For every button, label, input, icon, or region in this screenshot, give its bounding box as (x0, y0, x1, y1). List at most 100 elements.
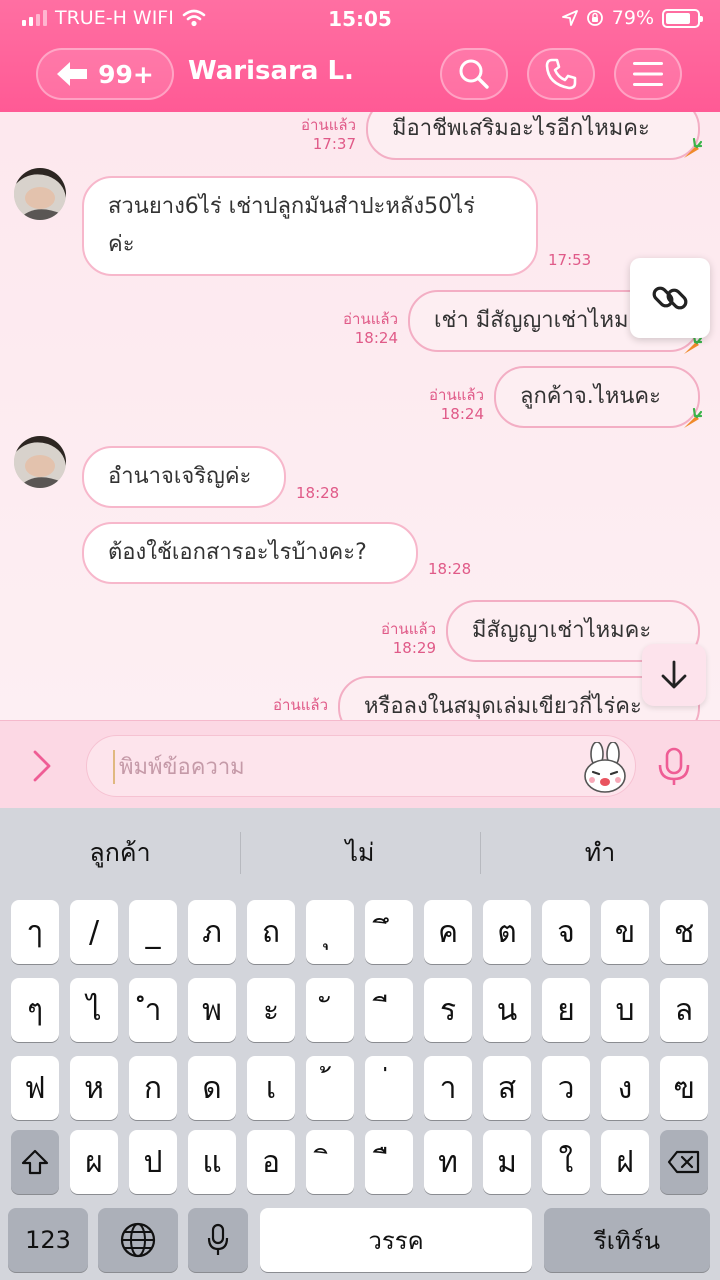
key[interactable]: อ (247, 1130, 295, 1194)
key[interactable]: ใ (542, 1130, 590, 1194)
scroll-to-bottom-button[interactable] (642, 644, 706, 706)
key-row-3: ฟ ห ก ด เ ้ ่ า ส ว ง ฃ (0, 1056, 720, 1120)
key[interactable]: ฟ (11, 1056, 59, 1120)
suggestion-item[interactable]: ไม่ (240, 808, 480, 898)
key[interactable]: ป (129, 1130, 177, 1194)
key[interactable]: ฝ (601, 1130, 649, 1194)
suggestion-bar: ลูกค้า ไม่ ทำ (0, 808, 720, 898)
key[interactable]: ว (542, 1056, 590, 1120)
key[interactable]: ี (365, 978, 413, 1042)
message-meta: อ่านแล้ว 18:24 (330, 310, 398, 348)
search-button[interactable] (440, 48, 508, 100)
read-receipt: อ่านแล้ว (429, 386, 484, 404)
key[interactable]: / (70, 900, 118, 964)
suggestion-item[interactable]: ทำ (480, 808, 720, 898)
key[interactable]: ช (660, 900, 708, 964)
message-input[interactable] (113, 750, 573, 784)
read-receipt: อ่านแล้ว (343, 310, 398, 328)
chevron-right-icon[interactable] (26, 749, 56, 783)
key[interactable]: ต (483, 900, 531, 964)
numbers-key[interactable]: 123 (8, 1208, 88, 1272)
key[interactable]: ท (424, 1130, 472, 1194)
phone-icon (545, 58, 577, 90)
link-icon (652, 286, 688, 310)
key[interactable]: ย (542, 978, 590, 1042)
message-time: 18:28 (296, 484, 340, 502)
chat-header: TRUE-H WIFI 15:05 79% 99+ Warisara L. (0, 0, 720, 112)
key[interactable]: ก (129, 1056, 177, 1120)
key-row-5: 123 วรรค รีเทิร์น (0, 1208, 720, 1272)
location-icon (561, 10, 578, 26)
key[interactable]: จ (542, 900, 590, 964)
key[interactable]: ำ (129, 978, 177, 1042)
key[interactable]: ้ (306, 1056, 354, 1120)
key[interactable]: ึ (365, 900, 413, 964)
read-receipt: อ่านแล้ว (301, 116, 356, 134)
dictation-key[interactable] (188, 1208, 248, 1272)
message-text: มีอาชีพเสริมอะไรอีกไหมคะ (392, 116, 650, 141)
message-bubble-incoming[interactable]: ต้องใช้เอกสารอะไรบ้างคะ? (82, 522, 418, 584)
message-bubble-incoming[interactable]: สวนยาง6ไร่ เช่าปลูกมันสำปะหลัง50ไร่ ค่ะ (82, 176, 538, 276)
key[interactable]: ภ (188, 900, 236, 964)
key[interactable]: ื (365, 1130, 413, 1194)
key[interactable]: ะ (247, 978, 295, 1042)
copy-link-button[interactable] (630, 258, 710, 338)
key[interactable]: พ (188, 978, 236, 1042)
key[interactable]: า (424, 1056, 472, 1120)
avatar-photo (14, 168, 66, 220)
message-text: ลูกค้าจ.ไหนคะ (520, 384, 661, 409)
key[interactable]: น (483, 978, 531, 1042)
delete-key[interactable] (660, 1130, 708, 1194)
message-list[interactable]: อ่านแล้ว 17:37 มีอาชีพเสริมอะไรอีกไหมคะ … (0, 112, 720, 720)
key[interactable]: บ (601, 978, 649, 1042)
globe-key[interactable] (98, 1208, 178, 1272)
avatar[interactable] (14, 436, 66, 488)
key[interactable]: ง (601, 1056, 649, 1120)
key[interactable]: ไ (70, 978, 118, 1042)
message-bubble-outgoing[interactable]: ลูกค้าจ.ไหนคะ (494, 366, 700, 428)
microphone-icon[interactable] (656, 747, 692, 787)
message-meta: อ่านแล้ว 18:24 (418, 386, 484, 424)
key[interactable]: ๆ (11, 978, 59, 1042)
chat-name: Warisara L. (188, 56, 354, 86)
battery-percent: 79% (611, 7, 654, 29)
back-button[interactable]: 99+ (36, 48, 174, 100)
space-key[interactable]: วรรค (260, 1208, 532, 1272)
carrot-icon (684, 138, 702, 158)
key[interactable]: ร (424, 978, 472, 1042)
key[interactable]: ล (660, 978, 708, 1042)
message-bubble-outgoing[interactable]: มีอาชีพเสริมอะไรอีกไหมคะ (366, 112, 700, 160)
message-time: 17:37 (312, 135, 356, 153)
suggestion-item[interactable]: ลูกค้า (0, 808, 240, 898)
key[interactable]: ข (601, 900, 649, 964)
key[interactable]: ถ (247, 900, 295, 964)
key[interactable]: _ (129, 900, 177, 964)
carrot-icon (684, 408, 702, 428)
call-button[interactable] (527, 48, 595, 100)
key[interactable]: เ (247, 1056, 295, 1120)
key[interactable]: ฃ (660, 1056, 708, 1120)
globe-icon (120, 1222, 156, 1258)
menu-button[interactable] (614, 48, 682, 100)
return-key[interactable]: รีเทิร์น (544, 1208, 710, 1272)
key[interactable]: ั (306, 978, 354, 1042)
message-bubble-incoming[interactable]: อำนาจเจริญค่ะ (82, 446, 286, 508)
key[interactable]: แ (188, 1130, 236, 1194)
key-row-1: ๅ / _ ภ ถ ุ ึ ค ต จ ข ช (0, 900, 720, 964)
menu-icon (633, 62, 663, 86)
message-time: 17:53 (548, 251, 592, 269)
sticker-icon[interactable] (581, 742, 629, 794)
key[interactable]: ส (483, 1056, 531, 1120)
rotation-lock-icon (586, 10, 603, 26)
key[interactable]: ๅ (11, 900, 59, 964)
key[interactable]: ด (188, 1056, 236, 1120)
key[interactable]: ห (70, 1056, 118, 1120)
avatar[interactable] (14, 168, 66, 220)
key[interactable]: ุ (306, 900, 354, 964)
key[interactable]: ค (424, 900, 472, 964)
key[interactable]: ่ (365, 1056, 413, 1120)
key[interactable]: ผ (70, 1130, 118, 1194)
shift-key[interactable] (11, 1130, 59, 1194)
key[interactable]: ม (483, 1130, 531, 1194)
key[interactable]: ิ (306, 1130, 354, 1194)
